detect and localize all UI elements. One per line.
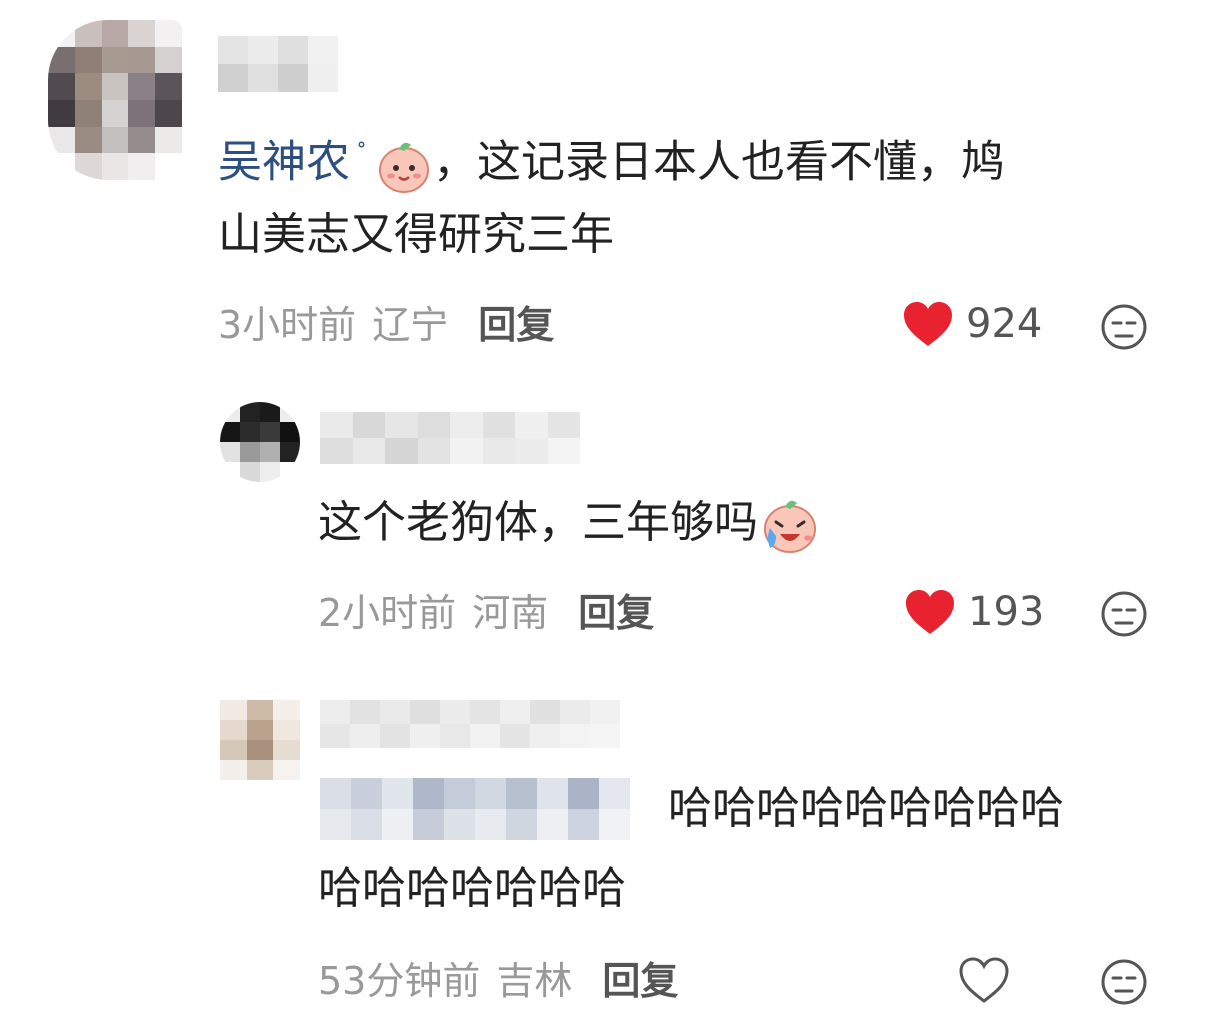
reply-username-blurred[interactable] — [320, 412, 580, 464]
dislike-face-icon[interactable] — [1100, 958, 1148, 1006]
location: 辽宁 — [372, 303, 449, 347]
heart-icon — [904, 302, 952, 346]
timestamp: 3小时前 — [218, 303, 357, 347]
comment-body: ，这记录日本人也看不懂，鸠 — [433, 136, 1005, 188]
reply-comment-meta: 53分钟前 吉林 回复 — [318, 958, 678, 1004]
location: 吉林 — [496, 959, 573, 1003]
dislike-face-icon[interactable] — [1100, 303, 1148, 351]
smile-emoji — [379, 142, 429, 193]
like-count: 193 — [968, 589, 1045, 635]
avatar[interactable] — [48, 20, 182, 180]
location: 河南 — [472, 591, 549, 635]
reply-username-blurred[interactable] — [320, 700, 620, 748]
reply-avatar[interactable] — [220, 402, 300, 482]
reply-comment-text-line2: 哈哈哈哈哈哈哈 — [318, 863, 626, 914]
comment-meta: 3小时前 辽宁 回复 — [218, 302, 554, 348]
comment-body-line2: 山美志又得研究三年 — [218, 209, 614, 260]
cry-laugh-emoji — [764, 500, 816, 553]
mention-blurred[interactable] — [320, 778, 630, 840]
reply-button[interactable]: 回复 — [478, 303, 554, 347]
comment-text: 吴神农 ˚ ，这记录日本人也看不懂，鸠 — [218, 116, 1005, 202]
like-count: 924 — [966, 301, 1043, 347]
heart-icon — [906, 590, 954, 634]
reply-button[interactable]: 回复 — [578, 591, 654, 635]
timestamp: 2小时前 — [318, 591, 457, 635]
reply-avatar[interactable] — [220, 700, 300, 780]
reply-comment-text: 哈哈哈哈哈哈哈哈哈 — [668, 783, 1064, 834]
search-icon[interactable]: ˚ — [356, 142, 367, 167]
comment-thread: 吴神农 ˚ ，这记录日本人也看不懂，鸠 山美志又得研究三年 3小时前 辽宁 回复 92… — [0, 0, 1220, 1023]
like-button[interactable]: 193 — [904, 588, 1044, 636]
timestamp: 53分钟前 — [318, 959, 481, 1003]
reply-comment-meta: 2小时前 河南 回复 — [318, 590, 654, 636]
reply-comment-text: 这个老狗体，三年够吗 — [318, 484, 820, 562]
dislike-face-icon[interactable] — [1100, 590, 1148, 638]
username-blurred[interactable] — [218, 36, 338, 92]
heart-icon — [959, 957, 1009, 1003]
mention-link[interactable]: 吴神农 — [218, 137, 350, 188]
like-button[interactable] — [958, 956, 1022, 1004]
comment-body: 这个老狗体，三年够吗 — [318, 497, 758, 548]
reply-button[interactable]: 回复 — [602, 959, 678, 1003]
like-button[interactable]: 924 — [902, 300, 1042, 348]
